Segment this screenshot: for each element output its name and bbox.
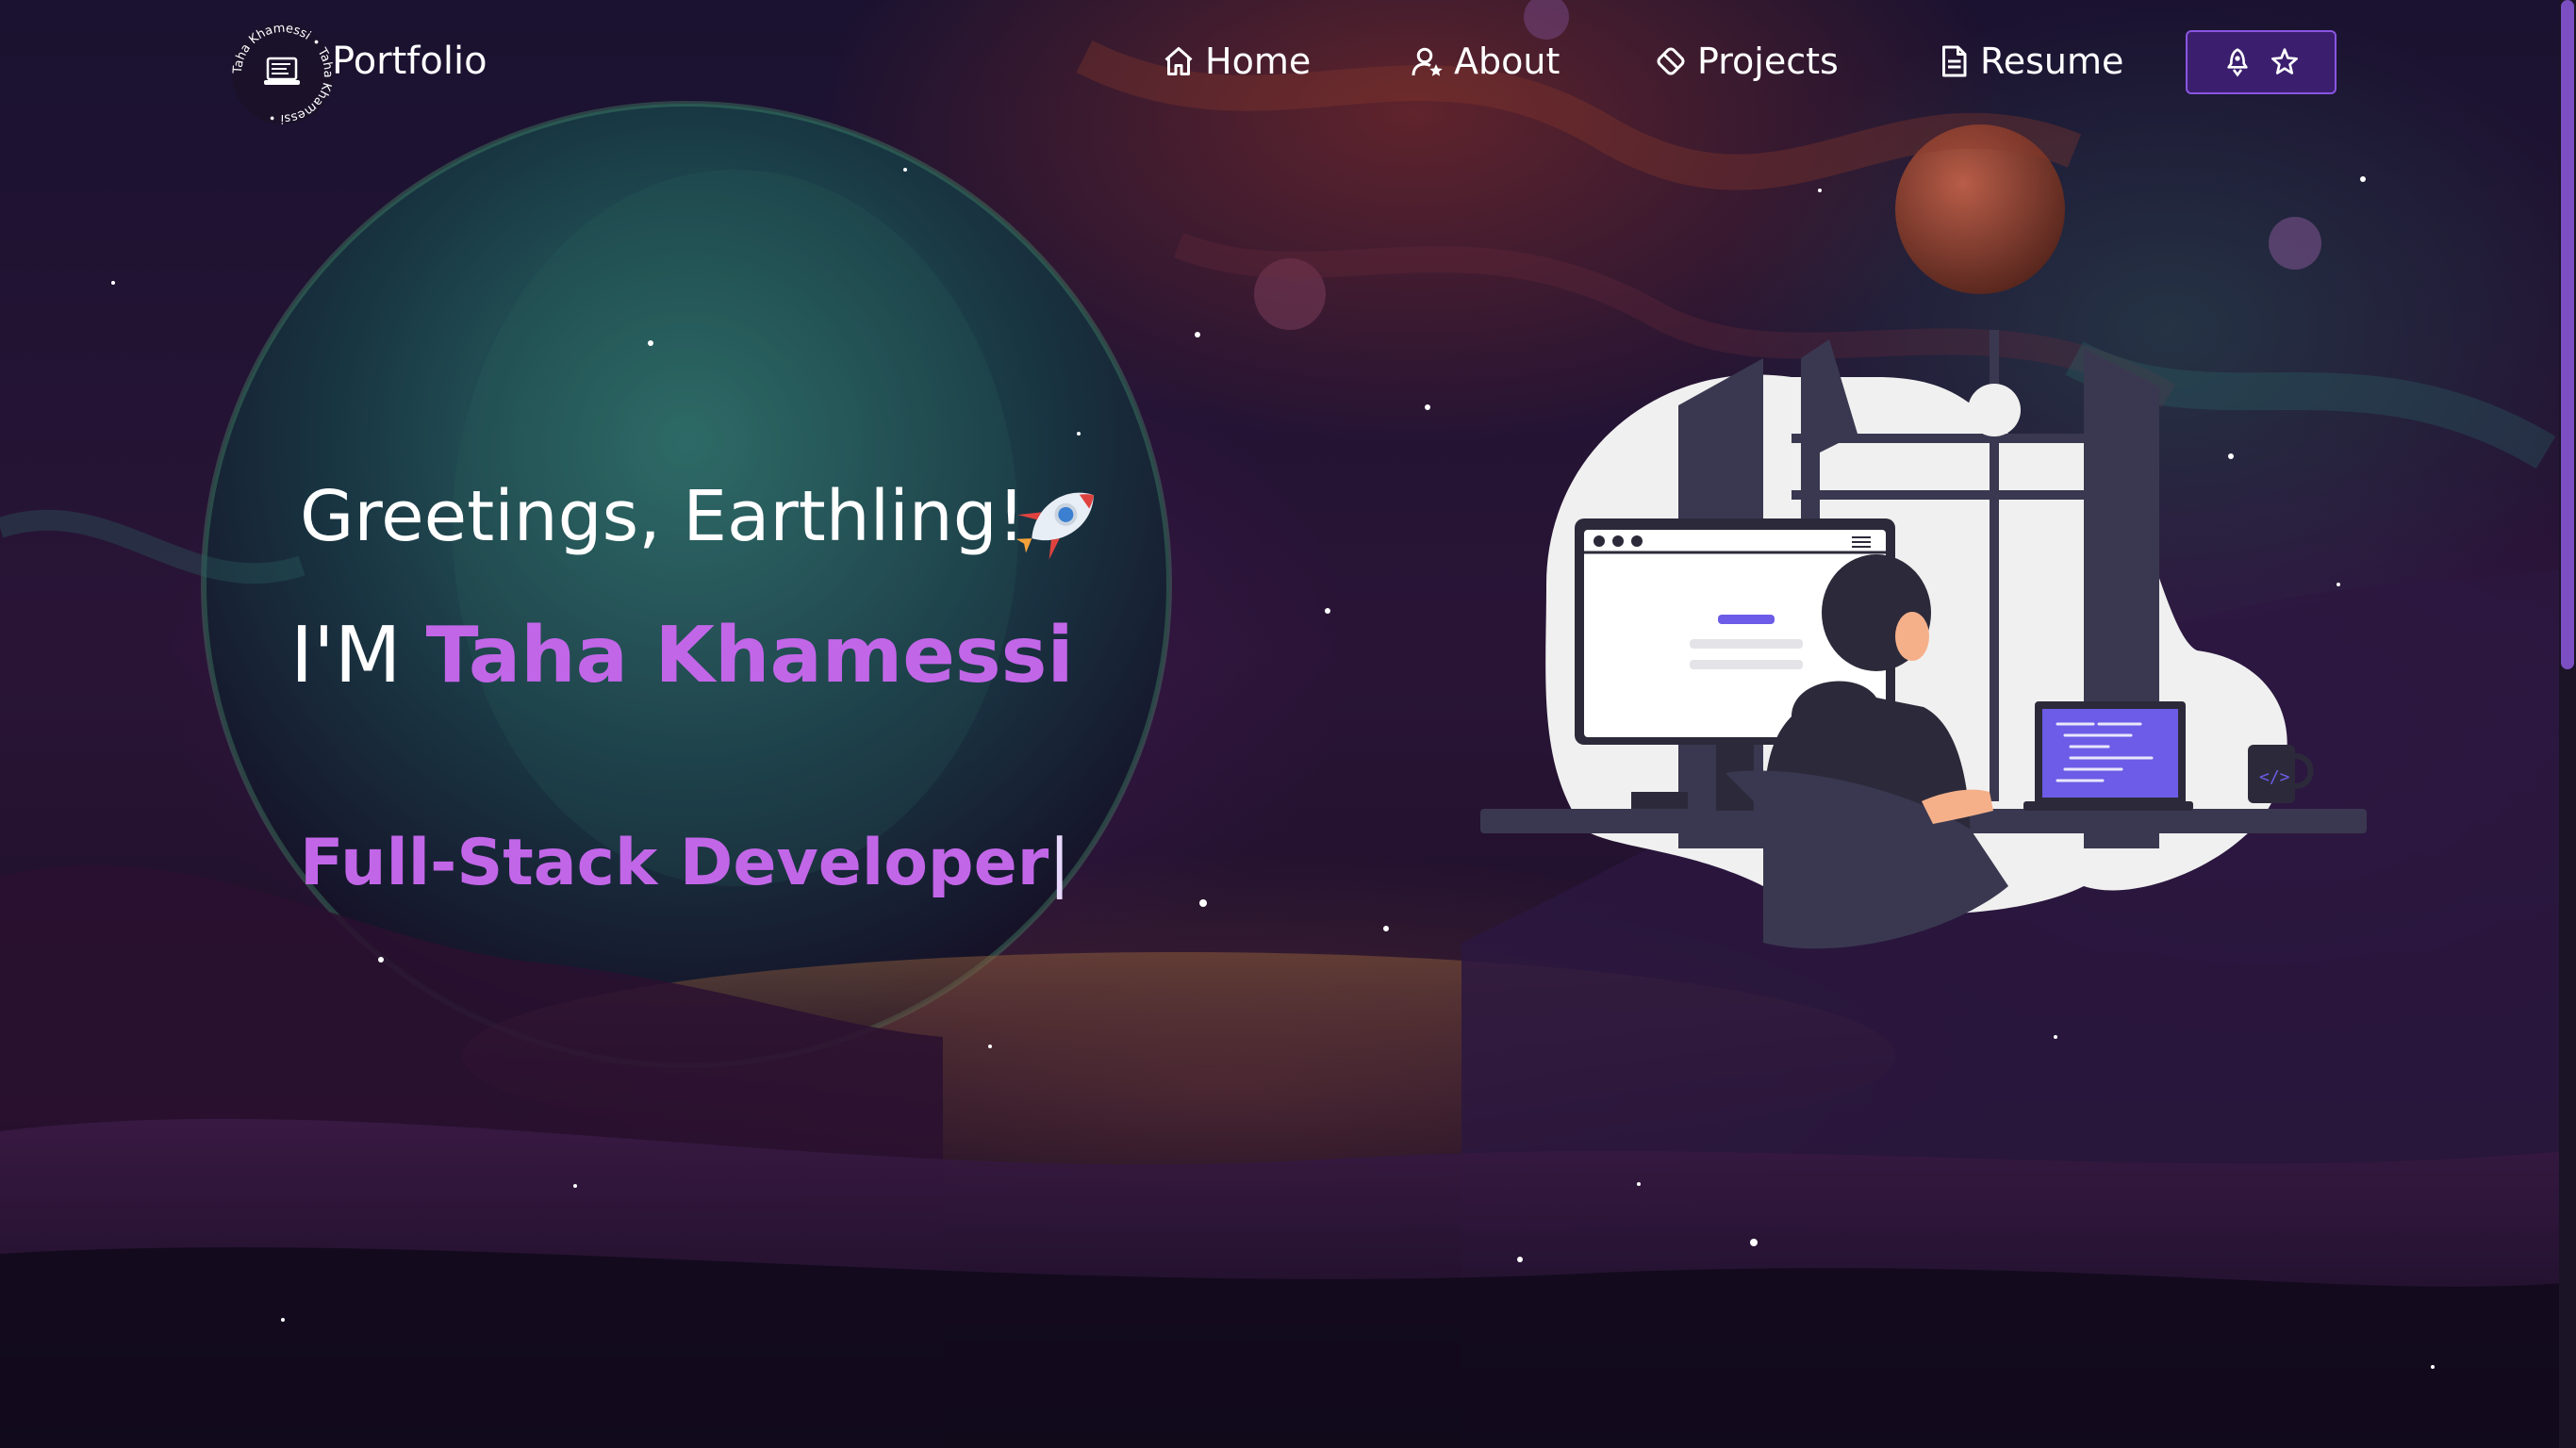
rocket-icon bbox=[1016, 492, 1094, 560]
developer-name: Taha Khamessi bbox=[425, 611, 1074, 700]
nav-about-label: About bbox=[1454, 41, 1560, 82]
role-typewriter: Full-Stack Developer| bbox=[300, 826, 1070, 900]
logo-badge[interactable]: Taha Khamessi • Taha Khamessi • bbox=[226, 17, 339, 130]
home-icon bbox=[1164, 47, 1193, 75]
greeting-heading: Greetings, Earthling! bbox=[300, 476, 1026, 557]
nav-home[interactable]: Home bbox=[1162, 36, 1311, 87]
github-fork-star-button[interactable] bbox=[2186, 30, 2337, 94]
star-icon bbox=[2271, 48, 2298, 74]
nav-resume[interactable]: Resume bbox=[1937, 36, 2123, 87]
nav-projects[interactable]: Projects bbox=[1654, 36, 1839, 87]
nav-home-label: Home bbox=[1205, 41, 1312, 82]
hero-page: Taha Khamessi • Taha Khamessi • Portfoli… bbox=[0, 0, 2576, 1448]
intro-prefix: I'M bbox=[290, 611, 402, 700]
typing-cursor: | bbox=[1049, 826, 1071, 900]
nav-resume-label: Resume bbox=[1980, 41, 2124, 82]
developer-illustration: </> bbox=[1480, 330, 2367, 949]
git-fork-icon bbox=[2227, 48, 2248, 77]
svg-text:</>: </> bbox=[2259, 767, 2290, 787]
role-text: Full-Stack Developer bbox=[300, 826, 1049, 900]
user-star-icon bbox=[1412, 47, 1443, 76]
document-icon bbox=[1942, 45, 1967, 77]
navbar: Taha Khamessi • Taha Khamessi • Portfoli… bbox=[0, 0, 2576, 125]
scrollbar-thumb[interactable] bbox=[2561, 0, 2574, 669]
nav-projects-label: Projects bbox=[1697, 41, 1839, 82]
brand-title[interactable]: Portfolio bbox=[332, 40, 487, 83]
nav-about[interactable]: About bbox=[1411, 36, 1560, 87]
projects-icon bbox=[1657, 47, 1685, 75]
intro-heading: I'M Taha Khamessi bbox=[290, 611, 1074, 700]
